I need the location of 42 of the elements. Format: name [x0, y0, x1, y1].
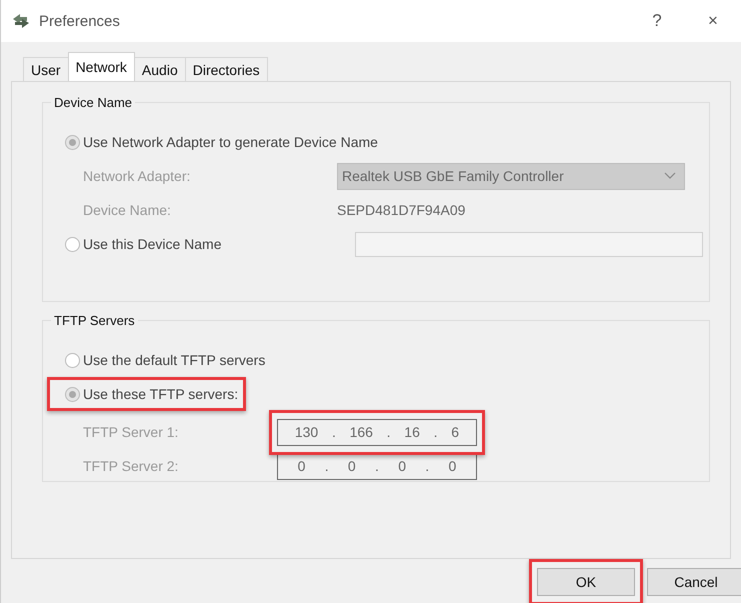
text-field[interactable] [355, 232, 703, 256]
field-label: TFTP Server 2: [82, 458, 180, 474]
radio-label: Use this Device Name [83, 236, 222, 252]
help-button[interactable]: ? [629, 1, 685, 41]
ip-dot: . [386, 424, 391, 440]
radio-button[interactable] [65, 352, 80, 368]
group-title: TFTP Servers [51, 313, 138, 328]
ip-dot: . [324, 458, 329, 474]
ip-octet: 0 [448, 458, 456, 474]
caret-icon [664, 172, 676, 180]
ip-octet: 0 [298, 458, 306, 474]
radio-button[interactable] [65, 386, 80, 402]
radio-label: Use the default TFTP servers [83, 352, 266, 368]
ip-octet: 0 [398, 458, 406, 474]
device-name-value: SEPD481D7F94A09 [337, 202, 466, 218]
tab[interactable]: User [23, 57, 69, 81]
ip-octet: 6 [451, 424, 460, 440]
field-label: Device Name: [82, 202, 172, 218]
close-button[interactable]: × [685, 1, 741, 41]
ip-address-field[interactable]: 130 . 166 . 16 . 6 [277, 418, 477, 446]
group-title: Device Name [51, 95, 136, 110]
dropdown[interactable]: Realtek USB GbE Family Controller [337, 162, 685, 190]
radio-label: Use these TFTP servers: [83, 386, 238, 402]
window-title: Preferences [39, 12, 120, 30]
app-icon [11, 11, 31, 31]
radio-label: Use Network Adapter to generate Device Name [83, 134, 378, 150]
field-label: Network Adapter: [82, 168, 192, 184]
field-label: TFTP Server 1: [82, 424, 180, 440]
ip-dot: . [375, 458, 379, 474]
ip-octet: 130 [294, 424, 318, 440]
ip-dot: . [434, 424, 438, 440]
ip-octet: 166 [350, 424, 373, 440]
radio-button[interactable] [65, 236, 80, 252]
ip-dot: . [425, 458, 430, 474]
radio-button[interactable] [65, 134, 80, 150]
ip-dot: . [332, 424, 336, 440]
tab[interactable]: Directories [184, 57, 268, 81]
tab[interactable]: Network [68, 52, 135, 81]
cancel-button[interactable]: Cancel [647, 568, 741, 596]
ip-octet: 0 [348, 458, 356, 474]
ip-octet: 16 [404, 424, 420, 440]
ok-button[interactable]: OK [537, 568, 635, 596]
